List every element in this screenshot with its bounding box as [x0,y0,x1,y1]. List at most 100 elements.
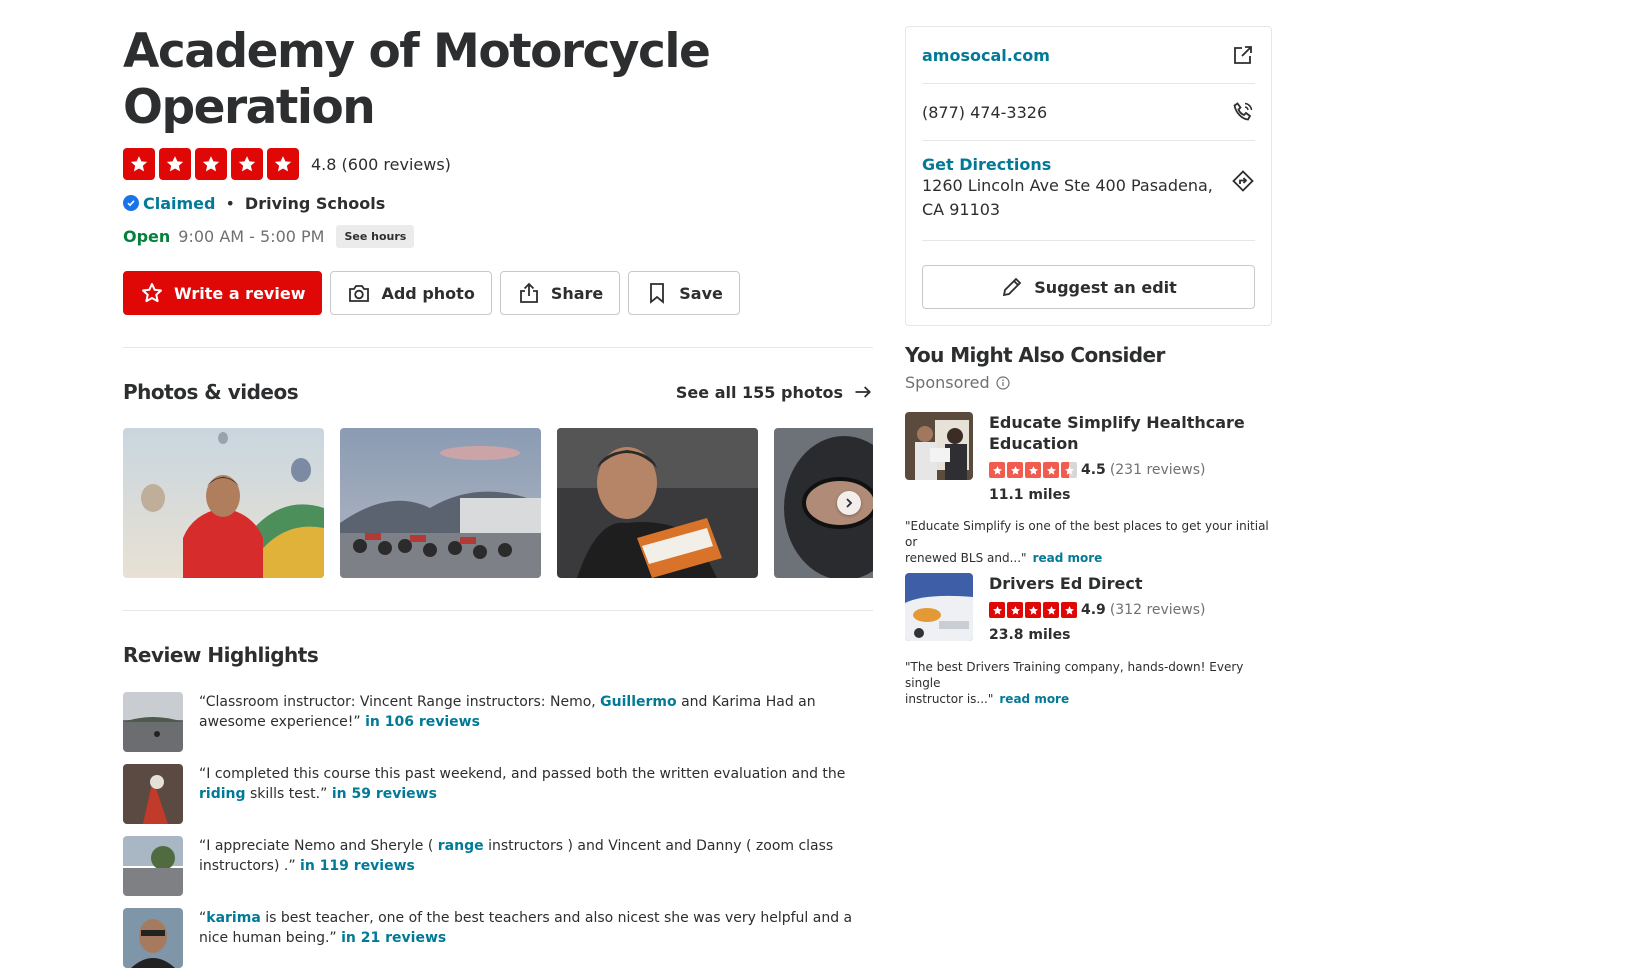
star-icon [1007,462,1023,478]
review-highlight-item: “I appreciate Nemo and Sheryle ( range i… [123,836,873,896]
chevron-right-icon [846,498,853,508]
review-count: (312 reviews) [1109,602,1206,618]
category-link[interactable]: Driving Schools [245,194,385,213]
star-icon [1043,602,1059,618]
snippet-line2: renewed BLS and..." [905,551,1027,565]
sponsored-business-rating: 4.5 (231 reviews) [989,462,1272,478]
star-icon [267,148,299,180]
snippet-line1: "Educate Simplify is one of the best pla… [905,519,1269,549]
external-link-icon[interactable] [1231,43,1255,67]
rating-row: 4.8 (600 reviews) [123,148,873,180]
phone-number[interactable]: (877) 474-3326 [922,103,1047,122]
highlight-quote: skills test.” [245,786,332,802]
action-buttons: Write a review Add photo Share Save [123,271,873,315]
carousel-next-button[interactable] [837,491,861,515]
star-icon [231,148,263,180]
rating-score: 4.5 [1081,462,1106,478]
review-highlight-text: “I completed this course this past weeke… [199,764,873,824]
website-row[interactable]: amosocal.com [922,27,1255,84]
star-icon [1061,602,1077,618]
suggest-edit-button[interactable]: Suggest an edit [922,265,1255,309]
star-icon [195,148,227,180]
photo-thumbnail[interactable] [557,428,758,578]
claim-row: Claimed • Driving Schools [123,192,873,214]
star-icon [1025,602,1041,618]
star-half-icon [1061,462,1077,478]
sponsored-business-photo[interactable] [905,573,973,641]
share-button[interactable]: Share [499,271,621,315]
review-highlight-thumbnail[interactable] [123,692,183,752]
review-highlight-item: “I completed this course this past weeke… [123,764,873,824]
highlight-keyword[interactable]: riding [199,786,246,802]
directions-row[interactable]: Get Directions 1260 Lincoln Ave Ste 400 … [922,141,1255,241]
sponsored-business-name[interactable]: Educate Simplify Healthcare Education [989,412,1272,454]
highlight-review-count-link[interactable]: in 21 reviews [341,930,446,946]
business-name-line1: Educate Simplify Healthcare [989,413,1245,432]
sidebar: amosocal.com (877) 474-3326 Get Directio… [905,26,1272,712]
highlight-keyword[interactable]: Guillermo [600,694,676,710]
review-highlight-thumbnail[interactable] [123,764,183,824]
highlight-quote: “Classroom instructor: Vincent Range ins… [199,694,601,710]
info-icon[interactable] [995,375,1010,390]
star-icon [159,148,191,180]
main-column: Academy of Motorcycle Operation 4.8 (600… [123,0,873,972]
website-link[interactable]: amosocal.com [922,46,1050,65]
claimed-badge[interactable]: Claimed [123,194,215,213]
review-highlight-item: “Classroom instructor: Vincent Range ins… [123,692,873,752]
business-title-line2: Operation [123,80,376,135]
sponsored-business-photo[interactable] [905,412,973,480]
see-all-photos-label: See all 155 photos [675,382,843,402]
highlight-keyword[interactable]: karima [206,910,261,926]
write-review-label: Write a review [174,283,306,303]
address-line2: CA 91103 [922,200,1001,219]
sponsored-business-name[interactable]: Drivers Ed Direct [989,573,1272,594]
divider [123,610,873,611]
business-title-line1: Academy of Motorcycle [123,24,711,79]
rating-stars [989,462,1077,478]
share-icon [519,282,538,303]
highlight-review-count-link[interactable]: in 59 reviews [332,786,437,802]
claimed-label: Claimed [143,193,216,213]
see-all-photos-link[interactable]: See all 155 photos [676,382,873,402]
phone-icon[interactable] [1231,100,1255,124]
save-button[interactable]: Save [628,271,740,315]
share-label: Share [550,283,604,303]
rating-score: 4.9 [1081,602,1106,618]
star-icon [1007,602,1023,618]
bookmark-icon [650,283,665,304]
arrow-right-icon [855,386,871,398]
business-name-line2: Education [989,434,1079,453]
phone-row[interactable]: (877) 474-3326 [922,84,1255,141]
directions-icon[interactable] [1231,169,1255,193]
highlight-keyword[interactable]: range [438,838,484,854]
address-line1: 1260 Lincoln Ave Ste 400 Pasadena, [922,176,1213,195]
rating-text[interactable]: 4.8 (600 reviews) [311,155,451,174]
add-photo-button[interactable]: Add photo [330,271,492,315]
review-highlight-thumbnail[interactable] [123,836,183,896]
photo-thumbnail[interactable] [123,428,324,578]
star-icon [989,462,1005,478]
get-directions-link[interactable]: Get Directions [922,155,1213,174]
directions-block: Get Directions 1260 Lincoln Ave Ste 400 … [922,155,1213,222]
review-highlights-title: Review Highlights [123,643,319,667]
photos-header: Photos & videos See all 155 photos [123,380,873,404]
highlight-review-count-link[interactable]: in 106 reviews [365,714,480,730]
sponsored-business-rating: 4.9 (312 reviews) [989,602,1272,618]
business-title: Academy of Motorcycle Operation [123,24,873,136]
star-icon [1043,462,1059,478]
highlight-quote: is best teacher, one of the best teacher… [199,910,853,946]
review-highlight-item: “karima is best teacher, one of the best… [123,908,873,968]
read-more-link[interactable]: read more [1033,551,1103,565]
snippet-line2: instructor is..." [905,692,994,706]
highlight-review-count-link[interactable]: in 119 reviews [300,858,415,874]
sponsored-list: Educate Simplify Healthcare Education 4.… [905,412,1272,712]
star-icon [989,602,1005,618]
write-review-button[interactable]: Write a review [123,271,323,315]
review-highlights-list: “Classroom instructor: Vincent Range ins… [123,692,873,972]
see-hours-button[interactable]: See hours [336,224,415,248]
read-more-link[interactable]: read more [999,692,1069,706]
snippet-line1: "The best Drivers Training company, hand… [905,660,1244,690]
review-highlight-thumbnail[interactable] [123,908,183,968]
checkmark-badge-icon [123,195,139,211]
photo-thumbnail[interactable] [340,428,541,578]
